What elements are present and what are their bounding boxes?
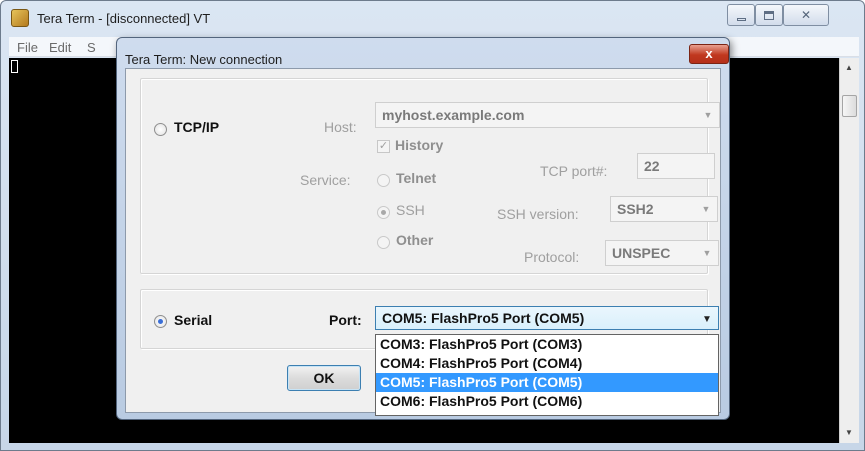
chevron-down-icon: ▼ <box>702 313 712 325</box>
ssh-version-label: SSH version: <box>497 206 579 222</box>
maximize-button[interactable] <box>755 4 783 26</box>
close-icon: x <box>705 46 713 61</box>
ssh-radio[interactable] <box>377 206 390 219</box>
telnet-label: Telnet <box>396 170 437 186</box>
minimize-icon <box>736 17 746 21</box>
menu-setup[interactable]: S <box>87 40 96 55</box>
chevron-down-icon: ▼ <box>703 110 713 120</box>
ok-button[interactable]: OK <box>287 365 361 391</box>
telnet-radio[interactable] <box>377 174 390 187</box>
port-label: Port: <box>329 312 362 328</box>
serial-radio[interactable] <box>154 315 167 328</box>
scroll-down-icon[interactable]: ▼ <box>845 428 853 437</box>
ssh-version-combo[interactable]: SSH2 ▼ <box>610 196 718 222</box>
tcpip-label: TCP/IP <box>174 119 220 135</box>
port-combo[interactable]: COM5: FlashPro5 Port (COM5) ▼ <box>375 306 719 330</box>
host-value: myhost.example.com <box>382 107 525 123</box>
ssh-version-value: SSH2 <box>617 201 654 217</box>
history-checkbox[interactable]: ✓ <box>377 140 390 153</box>
history-label: History <box>395 137 444 153</box>
host-label: Host: <box>324 119 357 135</box>
window-title: Tera Term - [disconnected] VT <box>37 11 211 26</box>
tcp-port-value: 22 <box>644 158 660 174</box>
other-radio[interactable] <box>377 236 390 249</box>
port-value: COM5: FlashPro5 Port (COM5) <box>382 310 585 326</box>
tcp-port-label: TCP port#: <box>540 163 608 179</box>
port-option-com4[interactable]: COM4: FlashPro5 Port (COM4) <box>376 354 718 373</box>
tera-term-app-icon <box>11 9 29 27</box>
dialog-close-button[interactable]: x <box>689 44 729 64</box>
window-close-button[interactable]: ✕ <box>783 4 829 26</box>
port-dropdown-list: COM3: FlashPro5 Port (COM3) COM4: FlashP… <box>375 334 719 416</box>
serial-label: Serial <box>174 312 213 328</box>
port-option-com3[interactable]: COM3: FlashPro5 Port (COM3) <box>376 335 718 354</box>
port-option-com5[interactable]: COM5: FlashPro5 Port (COM5) <box>376 373 718 392</box>
maximize-icon <box>764 10 774 20</box>
scrollbar-thumb[interactable] <box>842 95 857 117</box>
terminal-cursor <box>11 60 18 73</box>
window-titlebar[interactable]: Tera Term - [disconnected] VT ✕ <box>1 1 864 37</box>
protocol-combo[interactable]: UNSPEC ▼ <box>605 240 719 266</box>
close-icon: ✕ <box>800 8 812 22</box>
tcpip-radio[interactable] <box>154 123 167 136</box>
chevron-down-icon: ▼ <box>701 204 711 214</box>
menu-edit[interactable]: Edit <box>49 40 71 55</box>
minimize-button[interactable] <box>727 4 755 26</box>
vertical-scrollbar[interactable]: ▲ ▼ <box>839 58 859 443</box>
service-label: Service: <box>300 172 351 188</box>
protocol-label: Protocol: <box>524 249 580 265</box>
port-option-com6[interactable]: COM6: FlashPro5 Port (COM6) <box>376 392 718 411</box>
protocol-value: UNSPEC <box>612 245 671 261</box>
scroll-up-icon[interactable]: ▲ <box>845 63 853 72</box>
host-combo[interactable]: myhost.example.com ▼ <box>375 102 720 128</box>
menu-file[interactable]: File <box>17 40 38 55</box>
chevron-down-icon: ▼ <box>702 248 712 258</box>
tcp-port-field[interactable]: 22 <box>637 153 715 179</box>
ssh-label: SSH <box>396 202 425 218</box>
dialog-title: Tera Term: New connection <box>125 52 283 67</box>
other-label: Other <box>396 232 434 248</box>
